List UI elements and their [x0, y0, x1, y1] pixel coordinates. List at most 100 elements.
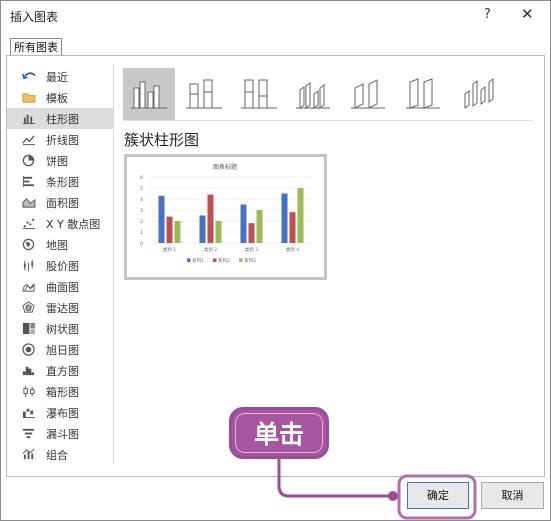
subtype-stacked-column[interactable] [178, 68, 230, 120]
column-chart-icon [20, 112, 36, 126]
preview-legend-swatch [187, 258, 191, 262]
preview-y-tick-label: 6 [140, 175, 143, 181]
combo-chart-icon [20, 448, 36, 462]
sidebar-item[interactable]: 漏斗图 [7, 423, 113, 444]
preview-bar [158, 195, 165, 243]
3d-percent-stacked-column-icon [406, 78, 440, 109]
chart-type-list: 最近模板柱形图折线图饼图 条形图 面积图 X Y 散点图 地图股价图曲面图雷达图树状图旭… [7, 66, 113, 465]
preview-y-tick-label: 2 [140, 219, 143, 225]
sidebar-item[interactable]: 柱形图 [7, 108, 113, 129]
3d-column-icon [464, 78, 494, 109]
preview-bar [281, 193, 288, 243]
subtype-3d-column[interactable] [453, 68, 505, 120]
subtype-clustered-column[interactable] [123, 68, 175, 120]
sidebar-item-label: X Y 散点图 [46, 217, 101, 231]
subtype-3d-stacked-column[interactable] [343, 68, 395, 120]
preview-y-tick-label: 3 [140, 208, 143, 214]
preview-y-tick-label: 1 [140, 230, 143, 236]
preview-x-tick-label: 类别 3 [245, 246, 258, 253]
pie-chart-icon [20, 154, 36, 168]
3d-clustered-column-icon [296, 82, 330, 109]
sidebar-item[interactable]: 地图 [7, 234, 113, 255]
sidebar-item-label: 组合 [46, 448, 68, 462]
sidebar-item-label: 柱形图 [46, 112, 79, 126]
tab-all-charts[interactable]: 所有图表 [10, 38, 62, 56]
preview-bar [240, 204, 247, 243]
sidebar-item[interactable]: 面积图 [7, 192, 113, 213]
chart-preview[interactable]: 图表标题 0 1 2 3 4 5 6 类别 1 类别 2 类别 3 类别 4 系列1 系列2 系列3 [124, 154, 327, 280]
funnel-chart-icon [20, 427, 36, 441]
dialog-title: 插入图表 [10, 10, 59, 24]
sidebar-item[interactable]: 组合 [7, 444, 113, 465]
ok-button[interactable]: 确定 [407, 482, 469, 509]
histogram-chart-icon [20, 364, 36, 378]
sidebar-item-label: 雷达图 [46, 301, 79, 315]
preview-chart-title: 图表标题 [213, 163, 237, 171]
preview-legend-swatch [239, 258, 243, 262]
sidebar-item-label: 股价图 [46, 259, 79, 273]
preview-x-tick-label: 类别 2 [204, 246, 217, 253]
scatter-chart-icon [20, 217, 36, 231]
line-chart-icon [20, 133, 36, 147]
sidebar-item-label: 曲面图 [46, 280, 79, 294]
3d-stacked-column-icon [351, 79, 385, 109]
preview-bar [289, 212, 296, 243]
chart-subtype-title: 簇状柱形图 [124, 131, 200, 149]
subtype-100-stacked-column[interactable] [233, 68, 285, 120]
preview-bar [248, 223, 255, 243]
sidebar-item[interactable]: 折线图 [7, 129, 113, 150]
sidebar-item[interactable]: 模板 [7, 87, 113, 108]
sidebar-item[interactable]: 瀑布图 [7, 402, 113, 423]
sidebar-item[interactable]: X Y 散点图 [7, 213, 113, 234]
sidebar-item[interactable]: 曲面图 [7, 276, 113, 297]
area-chart-icon [20, 196, 36, 210]
sidebar-divider [113, 64, 114, 464]
preview-bar [297, 188, 304, 243]
preview-legend-label: 系列3 [244, 257, 256, 264]
subtype-3d-clustered-column[interactable] [288, 68, 340, 120]
sidebar-item-label: 最近 [46, 70, 68, 84]
sidebar-item-label: 漏斗图 [46, 427, 79, 441]
preview-bar [256, 210, 263, 243]
preview-bar [174, 221, 181, 243]
sidebar-item[interactable]: 树状图 [7, 318, 113, 339]
preview-chart-svg: 图表标题 0 1 2 3 4 5 6 类别 1 类别 2 类别 3 类别 4 系列1 系列2 系列3 [140, 163, 313, 264]
sidebar-item[interactable]: 条形图 [7, 171, 113, 192]
help-button[interactable]: ? [484, 7, 491, 22]
surface-chart-icon [20, 280, 36, 294]
sidebar-item[interactable]: 旭日图 [7, 339, 113, 360]
sidebar-item-label: 箱形图 [46, 385, 79, 399]
map-chart-icon [20, 238, 36, 252]
folder-icon [20, 91, 36, 105]
sidebar-item-label: 折线图 [46, 133, 79, 147]
sunburst-chart-icon [20, 343, 36, 357]
preview-legend-swatch [213, 258, 217, 262]
chart-subtype-row [123, 68, 508, 120]
stock-chart-icon [20, 259, 36, 273]
sidebar-item[interactable]: 最近 [7, 66, 113, 87]
stacked-column-icon [186, 79, 222, 109]
sidebar-item[interactable]: 直方图 [7, 360, 113, 381]
sidebar-item-label: 模板 [46, 91, 68, 105]
sidebar-item[interactable]: 箱形图 [7, 381, 113, 402]
preview-bar [166, 216, 173, 243]
recent-icon [20, 70, 36, 84]
cancel-button[interactable]: 取消 [481, 482, 544, 509]
subtype-3d-100-stacked-column[interactable] [398, 68, 450, 120]
boxwhisker-chart-icon [20, 385, 36, 399]
sidebar-item-label: 直方图 [46, 364, 79, 378]
sidebar-item[interactable]: 股价图 [7, 255, 113, 276]
preview-bar [207, 194, 214, 243]
sidebar-item-label: 地图 [46, 238, 68, 252]
preview-bar [199, 215, 206, 243]
subtype-separator [123, 120, 533, 121]
bar-chart-icon [20, 175, 36, 189]
sidebar-item-label: 瀑布图 [46, 406, 79, 420]
radar-chart-icon [20, 301, 36, 315]
close-button[interactable]: ✕ [521, 5, 534, 23]
sidebar-item[interactable]: 雷达图 [7, 297, 113, 318]
sidebar-item[interactable]: 饼图 [7, 150, 113, 171]
preview-y-tick-label: 4 [140, 197, 143, 203]
treemap-chart-icon [20, 322, 36, 336]
preview-x-tick-label: 类别 1 [163, 246, 176, 253]
